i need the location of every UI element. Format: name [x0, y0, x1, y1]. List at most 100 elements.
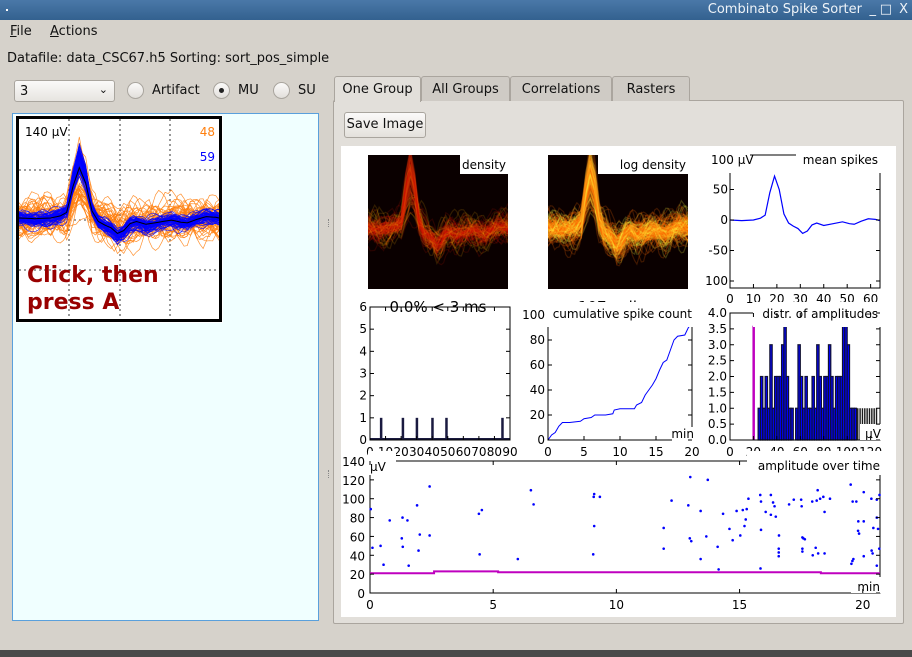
tab-correlations[interactable]: Correlations: [510, 76, 612, 101]
radio-mu-indicator[interactable]: [213, 82, 230, 99]
amplitude-point: [872, 526, 875, 530]
cumulative-x-tick-label: 10: [612, 445, 627, 459]
amplitude-point: [415, 504, 419, 507]
menu-bar: File Actions: [0, 22, 912, 42]
splitter-handle[interactable]: [328, 470, 331, 478]
isi-x-tick-label: 50: [440, 445, 455, 459]
amplitude-point: [744, 518, 748, 521]
mean-spikes-y-tick-label: -50: [708, 244, 728, 258]
cumulative-x-tick-label: 20: [684, 445, 699, 459]
amplitude-point: [379, 544, 382, 548]
radio-artifact-indicator[interactable]: [127, 82, 144, 99]
amplitude-time-x-tick-label: 5: [489, 598, 497, 612]
amplitude-point: [743, 524, 746, 528]
amplitude-time-x-tick-label: 15: [732, 598, 747, 612]
amplitude-point: [529, 488, 533, 492]
menu-actions[interactable]: Actions: [50, 24, 98, 39]
amplitude-threshold-line: [370, 570, 880, 575]
scale-label: 140 µV: [25, 125, 68, 139]
amplitude-point: [369, 507, 373, 511]
cumulative-y-tick-label: 0: [537, 433, 545, 447]
cumulative-y-tick-label: 20: [530, 408, 545, 422]
group-waveform-tile[interactable]: 140 µV 48 59 Click, then press A: [15, 115, 223, 323]
amplitude-point: [815, 499, 818, 502]
datafile-label: Datafile: data_CSC67.h5 Sorting: sort_po…: [7, 51, 330, 66]
amplitude-point: [689, 539, 693, 543]
cumulative-y-tick-label: 40: [530, 383, 545, 397]
amplitude-time-x-tick-label: 0: [366, 598, 374, 612]
amplitude-point: [592, 495, 596, 499]
isi-frame: [369, 306, 511, 441]
amplitude-point: [591, 553, 595, 556]
isi-y-tick-label: 4: [359, 344, 367, 358]
amplitude-point: [417, 549, 420, 552]
amplitude-point: [592, 492, 596, 496]
mean-spikes-x-tick-label: 0: [726, 292, 734, 306]
amplitude-point: [810, 500, 814, 503]
amplitude-point: [777, 534, 781, 537]
cumulative-x-tick-label: 15: [648, 445, 663, 459]
isi-x-tick-label: 40: [425, 445, 440, 459]
tab-one-group[interactable]: One Group: [334, 76, 421, 102]
save-image-button[interactable]: Save Image: [344, 112, 426, 138]
amplitude-point: [852, 557, 855, 561]
amplitude-time-title: amplitude over time: [758, 459, 880, 473]
tab-rasters[interactable]: Rasters: [612, 76, 690, 101]
amplitude-point: [758, 493, 762, 497]
amplitude-point: [662, 547, 665, 550]
maximize-button[interactable]: □: [880, 2, 892, 17]
count-blue: 59: [200, 150, 215, 164]
isi-y-tick-label: 5: [359, 322, 367, 336]
cumulative-x-tick-label: 5: [580, 445, 588, 459]
amplitude-point: [699, 509, 702, 513]
amplitude-point: [516, 557, 520, 561]
menu-file[interactable]: File: [10, 24, 32, 39]
tab-all-groups[interactable]: All Groups: [421, 76, 510, 101]
window-title: Combinato Spike Sorter: [707, 2, 862, 17]
minimize-button[interactable]: _: [870, 2, 877, 17]
radio-su-indicator[interactable]: [273, 82, 290, 99]
amplitude-point: [877, 547, 881, 550]
amplitude-point: [406, 519, 409, 522]
amplitude-distribution-y-tick-label: 0.5: [708, 417, 727, 431]
cumulative-y-tick-label: 60: [530, 358, 545, 372]
radio-mu[interactable]: MU: [213, 81, 263, 101]
amplitude-point: [769, 493, 773, 497]
amplitude-point: [699, 557, 702, 561]
app-icon: [6, 9, 8, 11]
amplitude-point: [759, 528, 763, 532]
amplitude-point: [401, 516, 404, 519]
amplitude-point: [849, 483, 852, 486]
mean-spikes-title: mean spikes: [803, 153, 878, 167]
amplitude-point: [857, 520, 860, 523]
amplitude-point: [851, 500, 854, 503]
amplitude-point: [803, 537, 807, 541]
amplitude-point: [801, 547, 804, 550]
isi-x-tick-label: 80: [487, 445, 502, 459]
amplitude-point: [705, 535, 708, 538]
group-select[interactable]: 3 ⌄: [14, 80, 115, 102]
amplitude-distribution-xlabel: µV: [865, 427, 882, 441]
amplitude-point: [777, 554, 781, 558]
radio-su[interactable]: SU: [273, 81, 323, 101]
plots-svg: density0.0% < 3 mslog density107 spikes0…: [342, 146, 887, 612]
amplitude-point: [878, 493, 881, 497]
amplitude-point: [773, 504, 776, 508]
radio-artifact[interactable]: Artifact: [127, 81, 202, 101]
mean-spikes-y-tick-label: 100: [705, 274, 728, 288]
amplitude-time-y-tick-label: 20: [350, 568, 365, 582]
amplitude-point: [759, 567, 762, 570]
amplitude-threshold-bar: [752, 325, 755, 440]
mean-spikes-y-tick-label: 100 µV: [711, 153, 754, 167]
amplitude-time-y-tick-label: 60: [350, 530, 365, 544]
amplitude-point: [876, 527, 880, 531]
mean-spikes-y-tick-label: 0: [720, 213, 728, 227]
amplitude-distribution-y-tick-label: 1.0: [708, 401, 727, 415]
splitter-handle[interactable]: [328, 219, 331, 227]
amplitude-time-y-tick-label: 0: [357, 587, 365, 601]
amplitude-bar: [853, 407, 858, 441]
amplitude-point: [875, 564, 879, 567]
close-button[interactable]: X: [899, 2, 908, 17]
amplitude-distribution-x-tick-label: 0: [726, 445, 734, 459]
amplitude-point: [747, 497, 750, 501]
